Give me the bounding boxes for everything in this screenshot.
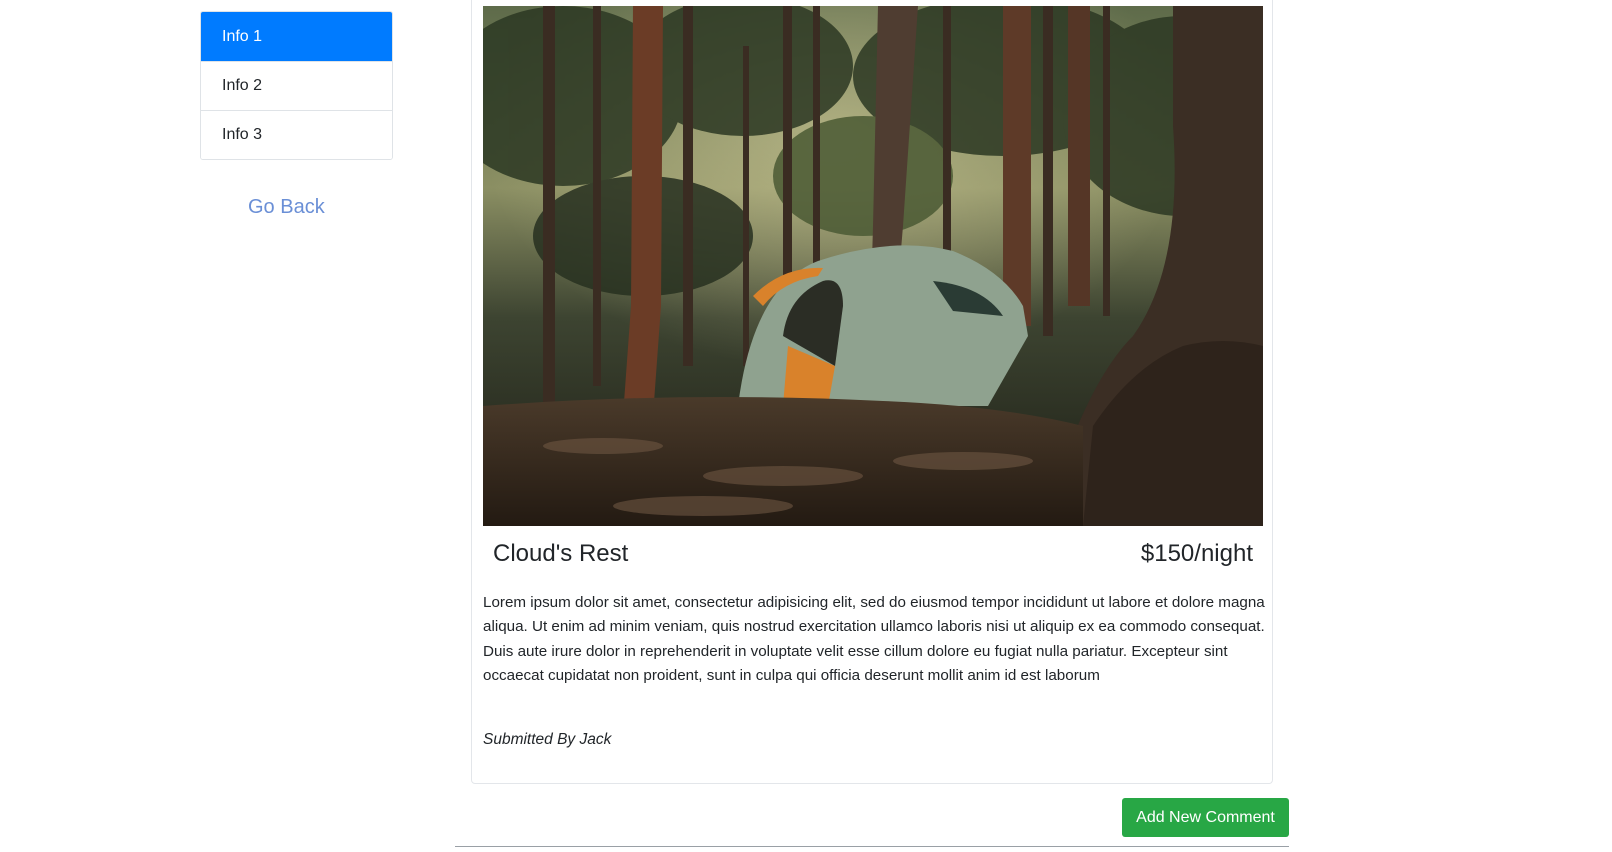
add-new-comment-button[interactable]: Add New Comment [1122, 798, 1289, 837]
sidebar-item-info-3[interactable]: Info 3 [201, 110, 392, 159]
section-divider [455, 846, 1289, 847]
page: Info 1 Info 2 Info 3 Go Back Cloud's Res… [0, 0, 1612, 852]
campground-price: $150/night [1140, 540, 1253, 567]
campground-card: Cloud's Rest $150/night Lorem ipsum dolo… [471, 0, 1273, 784]
sidebar-item-info-2[interactable]: Info 2 [201, 61, 392, 110]
sidebar-item-label: Info 3 [222, 126, 263, 143]
submitted-by-prefix: Submitted By [483, 731, 576, 748]
forest-tent-illustration [483, 6, 1263, 526]
submitted-by-author: Jack [579, 731, 612, 748]
campground-name: Cloud's Rest [493, 540, 629, 567]
campground-photo [483, 6, 1263, 526]
campground-header: Cloud's Rest $150/night [483, 540, 1263, 568]
go-back-link[interactable]: Go Back [248, 196, 325, 219]
sidebar-item-info-1[interactable]: Info 1 [201, 12, 392, 61]
info-list-group: Info 1 Info 2 Info 3 [200, 11, 393, 160]
submitted-by: Submitted By Jack [483, 731, 611, 749]
sidebar-item-label: Info 1 [222, 27, 263, 45]
campground-description: Lorem ipsum dolor sit amet, consectetur … [483, 594, 1265, 684]
sidebar-item-label: Info 2 [222, 77, 263, 94]
